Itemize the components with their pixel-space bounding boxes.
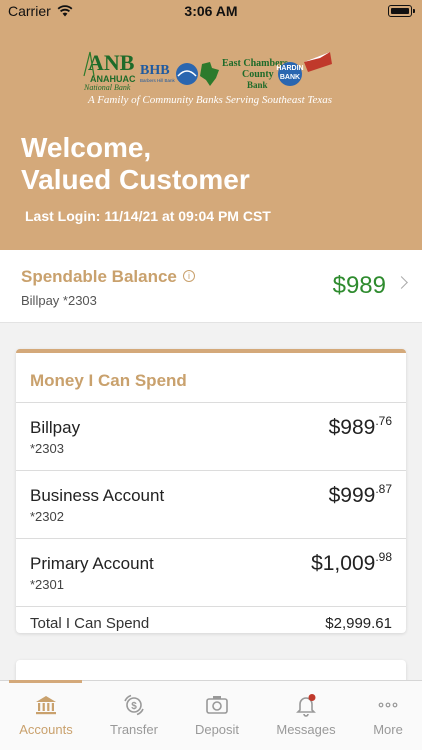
account-name: Billpay [30,418,81,437]
chevron-right-icon [395,276,408,289]
account-balance: $999.87 [329,482,392,508]
balance-cents: .87 [375,482,392,496]
logo-county: County [242,69,274,80]
tab-transfer[interactable]: $ Transfer [92,681,176,741]
account-number: *2302 [30,509,64,524]
logo-anb: ANB [88,50,135,75]
tagline: A Family of Community Banks Serving Sout… [87,94,333,106]
welcome-line-2: Valued Customer [21,164,250,195]
tab-deposit[interactable]: Deposit [175,681,259,741]
welcome-message: Welcome, Valued Customer [21,132,250,196]
total-row: Total I Can Spend $2,999.61 [16,609,406,633]
tab-label: Deposit [194,722,240,737]
clock: 3:06 AM [184,3,238,19]
logo-bhb: BHB [140,63,170,78]
logo-barbers-hill: Barbers Hill Bank [140,78,176,83]
divider [16,606,406,607]
tab-label: Messages [276,722,336,737]
balance-cents: .98 [375,550,392,564]
spendable-balance-row[interactable]: Spendable Balance i Billpay *2303 $989 [0,250,422,323]
balance-cents: .76 [375,414,392,428]
account-name: Primary Account [30,554,154,573]
logo-county-bank: Bank [247,80,268,90]
transfer-icon: $ [124,694,144,716]
money-i-can-spend-card: Money I Can Spend Billpay *2303 $989.76 … [16,349,406,633]
account-balance: $1,009.98 [311,550,392,576]
balance-dollars: $999 [328,484,376,507]
account-row-business[interactable]: Business Account *2302 $999.87 [16,471,406,538]
tab-label: Accounts [19,722,73,737]
account-number: *2301 [30,577,64,592]
account-row-primary[interactable]: Primary Account *2301 $1,009.98 [16,539,406,606]
account-name: Business Account [30,486,165,505]
status-bar: Carrier 3:06 AM [0,0,422,24]
tab-messages[interactable]: Messages [264,681,348,741]
bell-icon [296,694,316,717]
welcome-line-1: Welcome, [21,132,152,163]
info-icon[interactable]: i [183,270,195,282]
spendable-balance-title: Spendable Balance [21,267,177,286]
total-label: Total I Can Spend [30,615,150,632]
tab-more[interactable]: More [346,681,422,741]
card-title: Money I Can Spend [30,371,187,390]
more-icon [378,702,398,708]
header: Carrier 3:06 AM ANB ANAHUAC National Ban… [0,0,422,250]
account-row-billpay[interactable]: Billpay *2303 $989.76 [16,403,406,470]
spendable-account: Billpay *2303 [21,293,97,308]
tab-label: More [373,722,403,737]
tab-bar: Accounts $ Transfer Deposit Messages Mor… [0,680,422,750]
camera-icon [206,696,228,714]
account-number: *2303 [30,441,64,456]
battery-icon [388,5,415,17]
logo-national-bank: National Bank [83,83,131,92]
logo-hardin-bank: BANK [280,74,300,81]
svg-text:$: $ [131,701,137,712]
spendable-amount: $989 [332,272,386,299]
balance-dollars: $1,009 [311,552,376,575]
tab-accounts[interactable]: Accounts [4,681,88,741]
account-balance: $989.76 [329,414,392,440]
balance-dollars: $989 [328,416,376,439]
last-login: Last Login: 11/14/21 at 09:04 PM CST [25,208,271,224]
total-value: $2,999.61 [325,615,392,632]
logo-hardin: HARDIN [276,65,303,72]
tab-label: Transfer [110,722,158,737]
bank-icon [36,696,56,715]
